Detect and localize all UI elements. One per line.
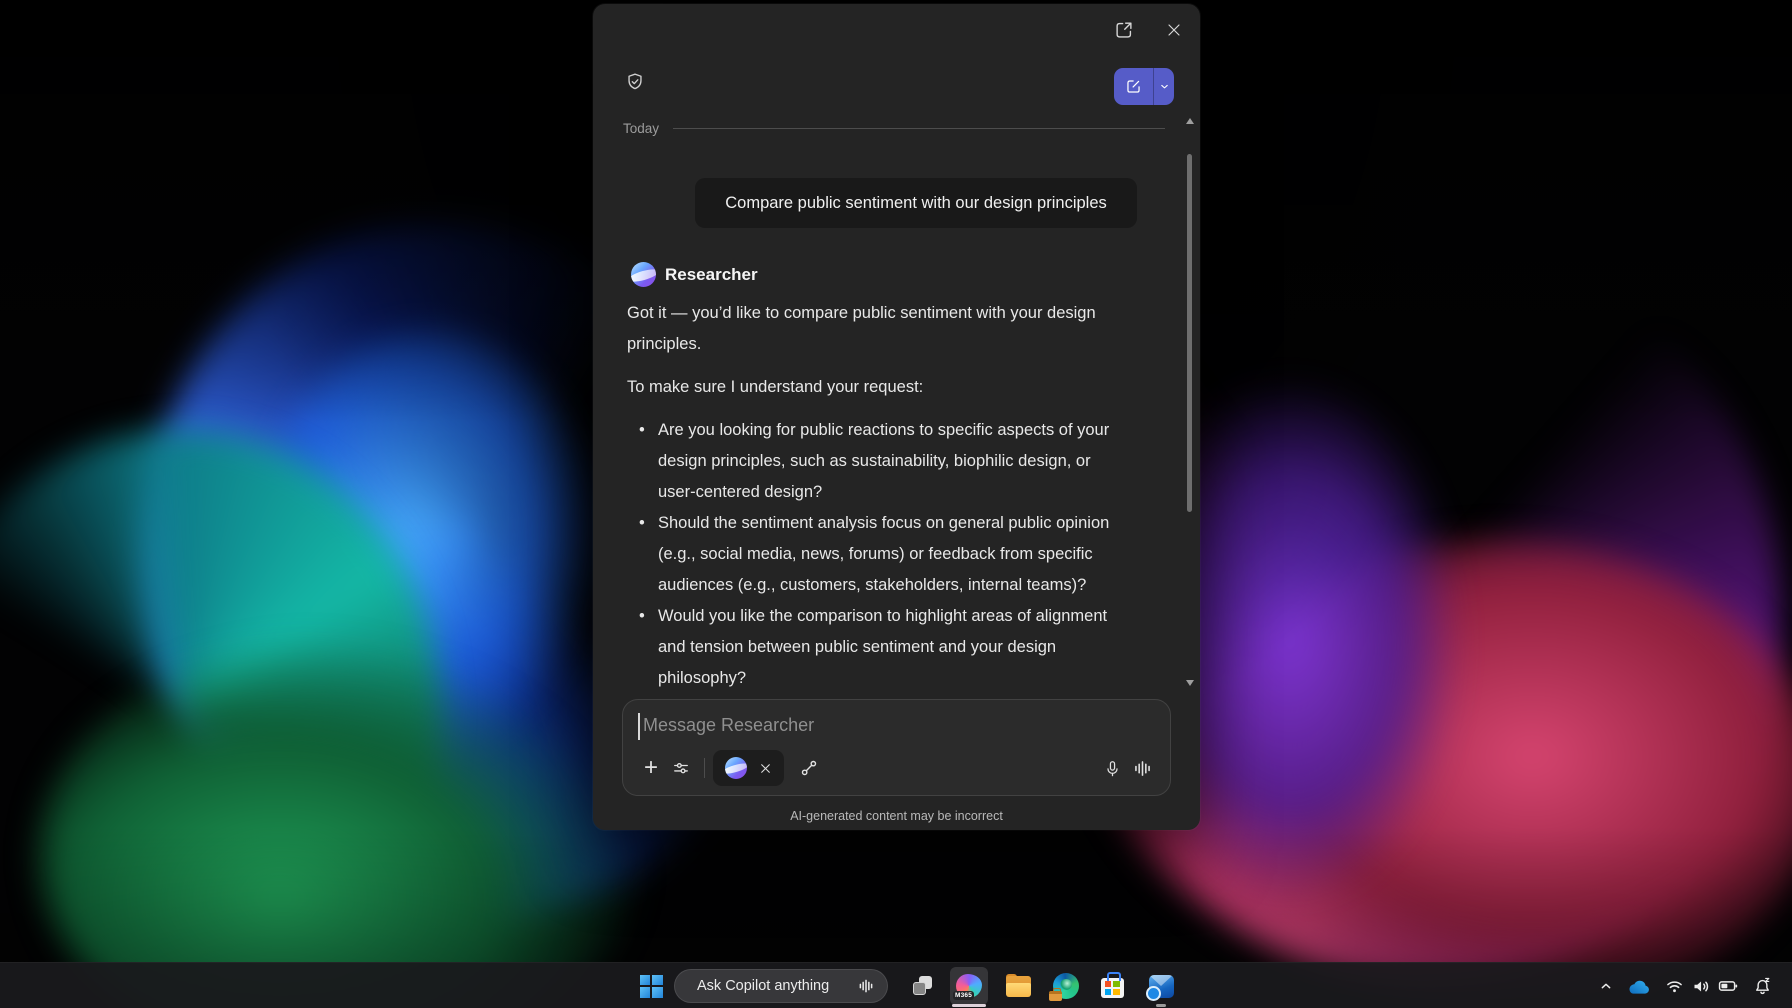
list-item: • Are you looking for public reactions t…	[627, 415, 1155, 508]
chevron-up-icon	[1598, 978, 1614, 994]
copilot-search-box[interactable]: Ask Copilot anything	[674, 969, 888, 1003]
compose-icon	[1124, 77, 1143, 96]
m365-copilot-icon: M365	[956, 974, 982, 998]
file-explorer-button[interactable]	[999, 967, 1037, 1005]
battery-icon	[1717, 975, 1739, 997]
waveform-icon	[1132, 758, 1153, 779]
m365-copilot-button[interactable]: M365	[950, 967, 988, 1005]
user-message-bubble: Compare public sentiment with our design…	[695, 178, 1137, 228]
microsoft-store-icon	[1101, 978, 1124, 998]
voice-button[interactable]	[1127, 753, 1157, 783]
microphone-icon	[1103, 759, 1122, 778]
today-divider: Today	[623, 121, 1165, 136]
agent-name: Researcher	[665, 265, 758, 285]
onedrive-button[interactable]	[1623, 968, 1653, 1004]
privacy-shield-button[interactable]	[618, 65, 652, 99]
task-view-icon	[910, 973, 936, 999]
sliders-icon	[671, 758, 691, 778]
task-view-button[interactable]	[904, 967, 942, 1005]
outlook-icon	[1149, 975, 1174, 998]
message-composer: Message Researcher +	[622, 699, 1171, 796]
ai-disclaimer: AI-generated content may be incorrect	[593, 809, 1200, 823]
close-button[interactable]	[1159, 15, 1189, 45]
notification-bell-button[interactable]	[1747, 968, 1777, 1004]
popout-button[interactable]	[1109, 15, 1139, 45]
windows-logo-icon	[640, 975, 663, 998]
onedrive-cloud-icon	[1625, 977, 1652, 995]
chevron-down-icon	[1158, 80, 1171, 93]
wifi-button[interactable]	[1659, 968, 1689, 1004]
scrollbar-thumb[interactable]	[1187, 154, 1192, 512]
message-paragraph: To make sure I understand your request:	[627, 372, 1155, 403]
running-app-indicator	[1156, 1004, 1166, 1007]
message-paragraph: Got it — you’d like to compare public se…	[627, 298, 1155, 360]
plus-icon: +	[644, 756, 658, 780]
active-app-indicator	[952, 1004, 986, 1007]
file-explorer-icon	[1005, 974, 1032, 998]
list-item: • Should the sentiment analysis focus on…	[627, 508, 1155, 601]
text-caret	[638, 713, 640, 740]
search-placeholder: Ask Copilot anything	[697, 978, 857, 994]
add-attachment-button[interactable]: +	[636, 753, 666, 783]
tools-button[interactable]	[666, 753, 696, 783]
input-placeholder: Message Researcher	[643, 715, 814, 736]
toolbar-divider	[704, 758, 705, 778]
edge-browser-button[interactable]	[1047, 967, 1085, 1005]
list-item-text: Would you like the comparison to highlig…	[658, 601, 1155, 694]
list-item-text: Are you looking for public reactions to …	[658, 415, 1155, 508]
list-item-text: Should the sentiment analysis focus on g…	[658, 508, 1155, 601]
shield-check-icon	[624, 71, 646, 93]
agent-header: Researcher	[631, 262, 758, 287]
researcher-avatar	[631, 262, 656, 287]
new-chat-split-button	[1114, 68, 1174, 105]
new-chat-button[interactable]	[1114, 68, 1153, 105]
work-briefcase-badge	[1049, 991, 1062, 1001]
outlook-button[interactable]	[1142, 967, 1180, 1005]
message-input[interactable]: Message Researcher	[637, 712, 1156, 744]
link-button[interactable]	[794, 753, 824, 783]
divider-line	[673, 128, 1165, 129]
bullet-dot: •	[639, 415, 658, 508]
microsoft-store-button[interactable]	[1093, 967, 1131, 1005]
link-icon	[799, 758, 819, 778]
scroll-up-arrow[interactable]	[1186, 118, 1194, 124]
new-chat-dropdown-button[interactable]	[1153, 68, 1174, 105]
remove-agent-button[interactable]	[759, 762, 772, 775]
composer-toolbar: +	[636, 750, 1157, 786]
researcher-avatar	[725, 757, 747, 779]
battery-button[interactable]	[1713, 968, 1743, 1004]
scroll-down-arrow[interactable]	[1186, 680, 1194, 686]
chat-scrollbar	[1183, 110, 1198, 704]
researcher-agent-chip[interactable]	[713, 750, 784, 786]
m365-badge: M365	[953, 991, 974, 1000]
close-icon	[759, 762, 772, 775]
tray-expand-button[interactable]	[1591, 968, 1621, 1004]
speaker-icon	[1691, 976, 1712, 997]
copilot-chat-window: Today Compare public sentiment with our …	[593, 4, 1200, 830]
notification-bell-dnd-icon	[1752, 976, 1773, 997]
waveform-icon	[857, 977, 875, 995]
bullet-dot: •	[639, 508, 658, 601]
list-item: • Would you like the comparison to highl…	[627, 601, 1155, 694]
start-button[interactable]	[632, 967, 670, 1005]
taskbar: Ask Copilot anything M365	[0, 962, 1792, 1008]
close-icon	[1164, 20, 1184, 40]
popout-icon	[1113, 19, 1135, 41]
user-message-text: Compare public sentiment with our design…	[725, 194, 1107, 213]
mic-button[interactable]	[1097, 753, 1127, 783]
wifi-icon	[1664, 976, 1685, 997]
volume-button[interactable]	[1686, 968, 1716, 1004]
bullet-list: • Are you looking for public reactions t…	[627, 415, 1155, 694]
today-label: Today	[623, 121, 659, 136]
bullet-dot: •	[639, 601, 658, 694]
assistant-message: Got it — you’d like to compare public se…	[627, 298, 1155, 694]
edge-browser-icon	[1053, 973, 1079, 999]
